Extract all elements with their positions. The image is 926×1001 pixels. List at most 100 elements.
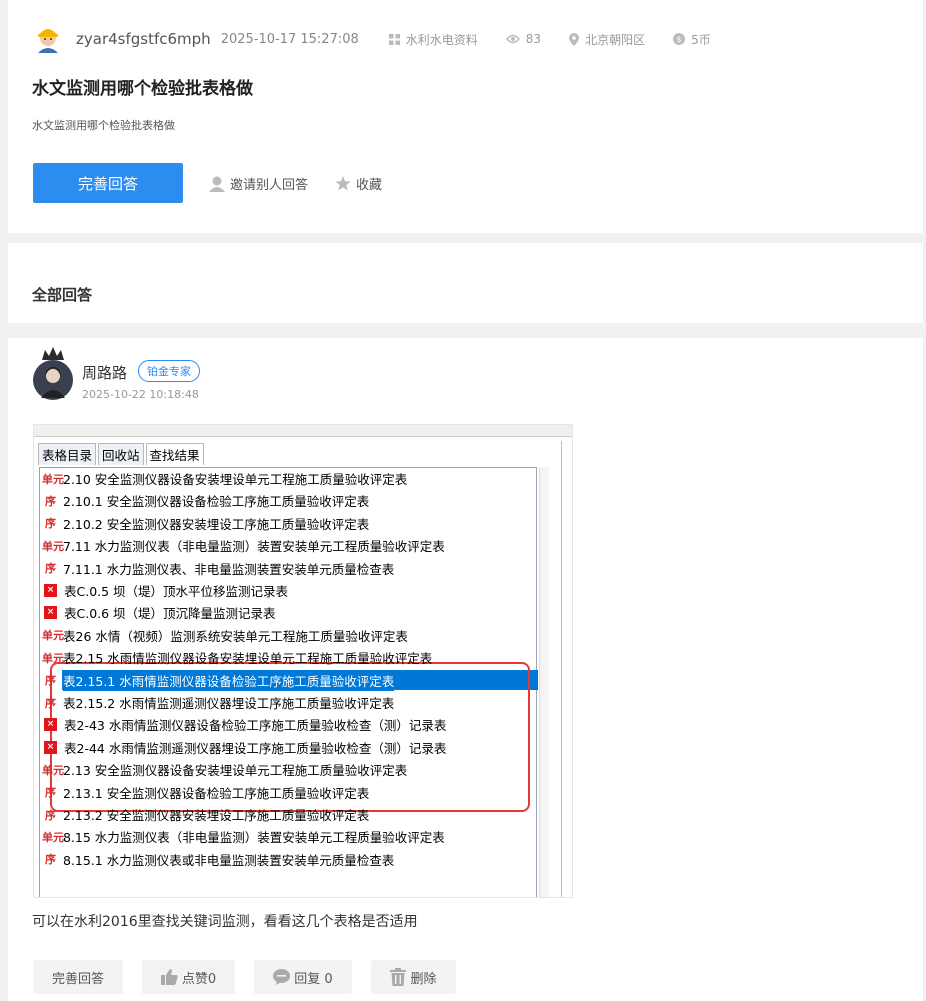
improve-answer-action-button[interactable]: 完善回答: [33, 960, 123, 994]
tree-row: 序 8.15.1 水力监测仪表或非电量监测装置安装单元质量检查表: [40, 849, 394, 870]
question-description: 水文监测用哪个检验批表格做: [32, 119, 175, 132]
unit-icon: 单元: [42, 830, 64, 844]
tree-row: 单元 8.15 水力监测仪表（非电量监测）装置安装单元工程质量验收评定表: [40, 826, 445, 847]
record-table-icon: ×: [44, 606, 57, 620]
all-answers-title: 全部回答: [32, 286, 93, 304]
tree-row-label: 2.13.1 安全监测仪器设备检验工序施工质量验收评定表: [63, 785, 370, 801]
answer-screenshot: 表格目录 回收站 查找结果 单元 2.10 安全监测仪器设备安装埋设单元工程施工质…: [33, 424, 573, 898]
answer-text: 可以在水利2016里查找关键词监测，看看这几个表格是否适用: [32, 914, 418, 930]
unit-icon: 单元: [42, 651, 64, 665]
invite-button[interactable]: 邀请别人回答: [208, 174, 308, 193]
grid-icon: [388, 33, 400, 45]
invite-label: 邀请别人回答: [230, 178, 309, 193]
trash-icon: [390, 968, 407, 986]
tree-row-label: 2.10.2 安全监测仪器安装埋设工序施工质量验收评定表: [63, 516, 370, 532]
tree-row: 序 2.10.2 安全监测仪器安装埋设工序施工质量验收评定表: [40, 513, 369, 534]
tree-row: 单元 2.13 安全监测仪器设备安装埋设单元工程施工质量验收评定表: [40, 759, 407, 780]
like-button[interactable]: 点赞0: [142, 960, 235, 994]
question-time: 2025-10-17 15:27:08: [220, 31, 359, 47]
user-icon: [209, 176, 225, 192]
reply-label: 回复 0: [294, 971, 333, 987]
question-title: 水文监测用哪个检验批表格做: [32, 79, 253, 99]
tree-row-label: 表C.0.5 坝（堤）顶水平位移监测记录表: [64, 584, 289, 599]
all-answers-header: 全部回答: [8, 243, 923, 323]
star-icon: [335, 176, 351, 191]
views-count: 83: [525, 32, 542, 46]
svg-text:$: $: [677, 35, 682, 44]
tree-row-label: 8.15.1 水力监测仪表或非电量监测装置安装单元质量检查表: [63, 852, 395, 868]
answer-actions: 完善回答 点赞0 回复 0 删除: [33, 960, 475, 994]
procedure-icon: 序: [45, 517, 56, 531]
location-label: 北京朝阳区: [585, 32, 646, 47]
tree-row-label: 2.13.2 安全监测仪器安装埋设工序施工质量验收评定表: [63, 808, 370, 823]
procedure-icon: 序: [45, 808, 56, 822]
unit-icon: 单元: [42, 763, 64, 777]
tree-row: × 表2-43 水雨情监测仪器设备检验工序施工质量验收检查（测）记录表: [40, 714, 446, 735]
collect-label: 收藏: [356, 178, 383, 193]
delete-label: 删除: [410, 971, 437, 987]
answerer-name[interactable]: 周路路: [82, 362, 127, 383]
reward-item: $ 5币: [673, 31, 711, 48]
tab-search-results: 查找结果: [145, 443, 204, 465]
record-table-icon: ×: [44, 718, 57, 732]
tree-row: 序 7.11.1 水力监测仪表、非电量监测装置安装单元质量检查表: [40, 558, 394, 579]
improve-answer-button[interactable]: 完善回答: [33, 163, 183, 203]
tree-row: × 表C.0.5 坝（堤）顶水平位移监测记录表: [40, 580, 288, 601]
tree-row: 单元 7.11 水力监测仪表（非电量监测）装置安装单元工程质量验收评定表: [40, 535, 445, 556]
unit-icon: 单元: [42, 472, 64, 486]
screenshot-toolbar: [34, 425, 572, 437]
thumbs-up-icon: [160, 969, 178, 985]
tree-row-label: 表2.15.1 水雨情监测仪器设备检验工序施工质量验收评定表: [63, 669, 395, 691]
search-results-tree: 单元 2.10 安全监测仪器设备安装埋设单元工程施工质量验收评定表序 2.10.1 …: [39, 467, 538, 897]
location-pin-icon: [569, 32, 580, 46]
tree-row-label: 表2.15.2 水雨情监测遥测仪器埋设工序施工质量验收评定表: [63, 696, 395, 711]
expert-badge: 铂金专家: [138, 360, 200, 382]
tree-row: 单元 表26 水情（视频）监测系统安装单元工程施工质量验收评定表: [40, 625, 408, 646]
category-label: 水利水电资料: [405, 32, 478, 47]
tree-row-label: 表2-44 水雨情监测遥测仪器埋设工序施工质量验收检查（测）记录表: [64, 740, 447, 756]
user-avatar-icon[interactable]: [32, 21, 64, 53]
question-username[interactable]: zyar4sfgstfc6mph: [76, 30, 211, 48]
tree-row-label: 2.13 安全监测仪器设备安装埋设单元工程施工质量验收评定表: [63, 763, 408, 779]
tree-row-label: 7.11.1 水力监测仪表、非电量监测装置安装单元质量检查表: [63, 561, 395, 577]
reply-button[interactable]: 回复 0: [254, 960, 352, 994]
question-meta: zyar4sfgstfc6mph 2025-10-17 15:27:08 水利水…: [32, 26, 739, 53]
answer-time: 2025-10-22 10:18:48: [82, 388, 199, 401]
tree-row-label: 表2-43 水雨情监测仪器设备检验工序施工质量验收检查（测）记录表: [64, 718, 447, 734]
tree-row-label: 7.11 水力监测仪表（非电量监测）装置安装单元工程质量验收评定表: [63, 539, 445, 555]
tree-row: 单元 表2.15 水雨情监测仪器设备安装埋设单元工程施工质量验收评定表: [40, 647, 432, 668]
reward-label: 5币: [691, 32, 711, 47]
expert-avatar-icon[interactable]: [32, 346, 74, 400]
comment-icon: [273, 969, 291, 985]
views-item: 83: [505, 32, 542, 46]
question-card: zyar4sfgstfc6mph 2025-10-17 15:27:08 水利水…: [8, 0, 923, 233]
tree-row: 序表2.15.2 水雨情监测遥测仪器埋设工序施工质量验收评定表: [40, 692, 394, 713]
procedure-icon: 序: [45, 674, 56, 688]
tree-row-label: 2.10.1 安全监测仪器设备检验工序施工质量验收评定表: [63, 494, 370, 510]
procedure-icon: 序: [45, 786, 56, 800]
location-item: 北京朝阳区: [569, 31, 645, 48]
tab-recycle-bin: 回收站: [98, 443, 144, 465]
collect-button[interactable]: 收藏: [335, 174, 382, 193]
tree-row-label: 8.15 水力监测仪表（非电量监测）装置安装单元工程质量验收评定表: [63, 830, 445, 846]
tree-row: 序 2.10.1 安全监测仪器设备检验工序施工质量验收评定表: [40, 490, 369, 511]
delete-button[interactable]: 删除: [371, 960, 456, 994]
procedure-icon: 序: [45, 562, 56, 576]
tree-row-label: 2.10 安全监测仪器设备安装埋设单元工程施工质量验收评定表: [63, 472, 408, 487]
procedure-icon: 序: [45, 494, 56, 508]
improve-label: 完善回答: [51, 971, 104, 987]
tab-table-catalog: 表格目录: [38, 443, 97, 465]
screenshot-tabs: 表格目录 回收站 查找结果: [38, 443, 206, 465]
record-table-icon: ×: [44, 584, 57, 597]
coin-icon: $: [673, 33, 686, 45]
eye-icon: [505, 34, 520, 44]
tree-row: 序 2.13.2 安全监测仪器安装埋设工序施工质量验收评定表: [40, 804, 369, 825]
category-item[interactable]: 水利水电资料: [388, 31, 478, 48]
procedure-icon: 序: [45, 853, 56, 867]
tree-row-label: 表26 水情（视频）监测系统安装单元工程施工质量验收评定表: [63, 628, 408, 644]
screenshot-right-pane: [561, 441, 572, 897]
unit-icon: 单元: [42, 539, 64, 553]
like-label: 点赞0: [181, 971, 217, 987]
unit-icon: 单元: [42, 629, 64, 643]
tree-scrollbar: [539, 467, 549, 897]
